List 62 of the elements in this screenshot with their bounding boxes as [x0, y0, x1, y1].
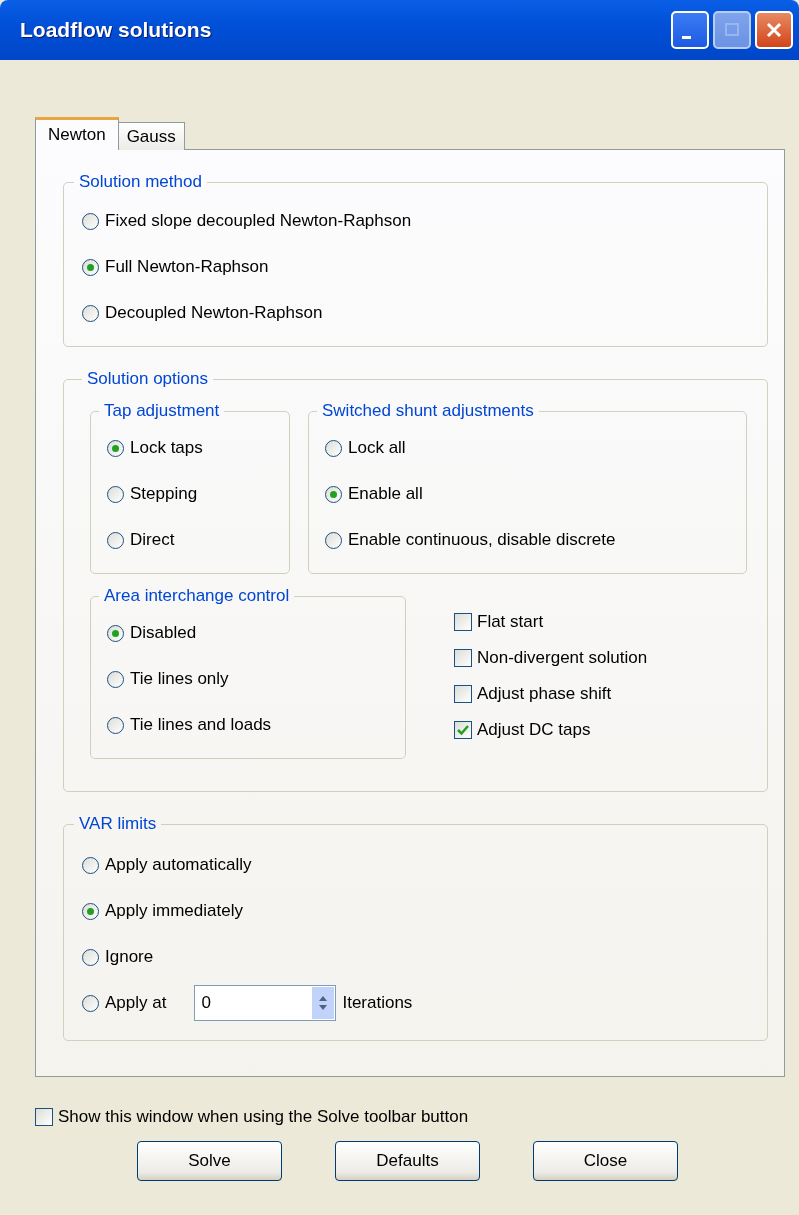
radio-circle[interactable] — [107, 531, 124, 549]
radio-circle[interactable] — [107, 485, 124, 503]
radio-option[interactable]: Direct — [107, 517, 275, 563]
radio-circle[interactable] — [325, 485, 342, 503]
group-title: Switched shunt adjustments — [321, 401, 535, 421]
radio-circle[interactable] — [82, 948, 99, 966]
radio-option[interactable]: Full Newton-Raphson — [82, 244, 747, 290]
group-title: Solution method — [78, 172, 203, 192]
radio-circle[interactable] — [107, 439, 124, 457]
radio-option[interactable]: Lock all — [325, 425, 732, 471]
checkbox[interactable] — [454, 721, 472, 739]
maximize-icon — [724, 22, 740, 38]
group-title: Area interchange control — [103, 586, 291, 606]
radio-circle[interactable] — [82, 856, 99, 874]
radio-option[interactable]: Lock taps — [107, 425, 275, 471]
dialog-button[interactable]: Defaults — [335, 1141, 480, 1181]
radio-circle[interactable] — [82, 902, 99, 920]
window-title: Loadflow solutions — [20, 18, 212, 42]
radio-circle[interactable] — [82, 212, 99, 230]
checkbox-option[interactable]: Adjust DC taps — [454, 712, 648, 748]
checkbox-option[interactable]: Flat start — [454, 604, 648, 640]
radio-option[interactable]: Disabled — [107, 610, 391, 656]
minimize-button[interactable] — [671, 11, 709, 49]
radio-option[interactable]: Tie lines and loads — [107, 702, 391, 748]
radio-option[interactable]: Enable continuous, disable discrete — [325, 517, 732, 563]
unit-label: Iterations — [342, 993, 413, 1013]
radio-option[interactable]: Apply at — [82, 980, 167, 1026]
radio-circle[interactable] — [325, 531, 342, 549]
radio-circle[interactable] — [82, 258, 99, 276]
close-button[interactable] — [755, 11, 793, 49]
radio-option[interactable]: Ignore — [82, 934, 154, 980]
radio-option[interactable]: Stepping — [107, 471, 275, 517]
checkbox[interactable] — [35, 1108, 53, 1126]
radio-option[interactable]: Decoupled Newton-Raphson — [82, 290, 747, 336]
checkbox-option[interactable]: Non-divergent solution — [454, 640, 648, 676]
checkbox[interactable] — [454, 685, 472, 703]
radio-option[interactable]: Enable all — [325, 471, 732, 517]
radio-circle[interactable] — [107, 716, 124, 734]
number-field[interactable]: 0 — [194, 985, 337, 1021]
dialog-button[interactable]: Close — [533, 1141, 678, 1181]
group-title: Tap adjustment — [103, 401, 221, 421]
group-title: VAR limits — [78, 814, 158, 834]
radio-circle[interactable] — [107, 624, 124, 642]
group-title: Solution options — [86, 369, 209, 389]
tab[interactable]: Newton — [35, 117, 119, 150]
checkbox[interactable] — [454, 649, 472, 667]
radio-circle[interactable] — [82, 994, 99, 1012]
radio-option[interactable]: Tie lines only — [107, 656, 391, 702]
radio-circle[interactable] — [107, 670, 124, 688]
dialog-button[interactable]: Solve — [137, 1141, 282, 1181]
spin-arrows-icon[interactable] — [312, 987, 335, 1019]
checkbox-option[interactable]: Show this window when using the Solve toolbar button — [35, 1099, 785, 1135]
radio-option[interactable]: Fixed slope decoupled Newton-Raphson — [82, 198, 747, 244]
minimize-icon — [681, 35, 691, 39]
tab[interactable]: Gauss — [117, 122, 185, 150]
radio-circle[interactable] — [82, 304, 99, 322]
radio-option[interactable]: Apply immediately — [82, 888, 243, 934]
radio-option[interactable]: Apply automatically — [82, 842, 252, 888]
checkbox-option[interactable]: Adjust phase shift — [454, 676, 648, 712]
radio-circle[interactable] — [325, 439, 342, 457]
close-icon — [766, 22, 782, 38]
checkbox[interactable] — [454, 613, 472, 631]
